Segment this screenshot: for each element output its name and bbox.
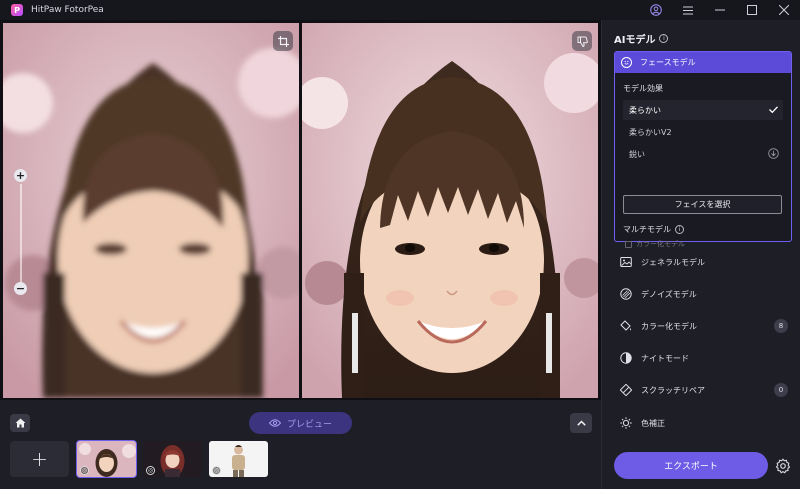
- effect-option-soft[interactable]: 柔らかい: [623, 100, 783, 120]
- zoom-out-button[interactable]: −: [14, 282, 27, 295]
- zoom-track[interactable]: [20, 184, 22, 282]
- model-item-label: デノイズモデル: [641, 289, 697, 299]
- effect-option-label: 鋭い: [629, 149, 645, 159]
- crop-icon: [277, 35, 289, 47]
- account-button[interactable]: [640, 0, 672, 20]
- model-item-scratch-repair[interactable]: スクラッチリペア 0: [620, 379, 790, 401]
- compare-badge-icon: ◎: [80, 466, 89, 475]
- panel-title: AIモデル i: [614, 31, 669, 46]
- zoom-in-button[interactable]: +: [14, 169, 27, 182]
- collapse-thumbnails-button[interactable]: [570, 413, 592, 433]
- face-model-header[interactable]: フェースモデル: [615, 52, 791, 73]
- model-item-night[interactable]: ナイトモード: [620, 347, 790, 369]
- zoom-slider[interactable]: + −: [14, 169, 28, 295]
- paint-bucket-icon: [620, 320, 632, 332]
- enhanced-image-pane[interactable]: [302, 23, 598, 398]
- panel-title-text: AIモデル: [614, 35, 656, 46]
- multi-model-text: マルチモデル: [623, 225, 671, 234]
- minimize-button[interactable]: [704, 0, 736, 20]
- info-icon[interactable]: i: [659, 34, 669, 43]
- effect-option-label: 柔らかい: [629, 105, 661, 115]
- compare-badge-icon: ◎: [212, 466, 221, 475]
- model-item-label: ジェネラルモデル: [641, 257, 705, 267]
- count-badge: 8: [774, 319, 788, 333]
- face-icon: [621, 57, 632, 68]
- half-moon-icon: [620, 352, 632, 364]
- title-bar: P HitPaw FotorPea: [0, 0, 800, 20]
- model-item-label: 色補正: [641, 418, 665, 428]
- model-item-color-correction[interactable]: 色補正: [620, 412, 790, 434]
- ai-model-panel: AIモデル i フェースモデル モデル効果 柔らかい 柔らかいV2 鋭い フェイ…: [601, 20, 800, 489]
- scratch-icon: [620, 384, 632, 396]
- home-button[interactable]: [10, 414, 30, 432]
- colorize-multi-label: カラー化モデル: [636, 240, 685, 248]
- thumbnail-2[interactable]: ◎: [143, 441, 202, 477]
- model-item-colorize[interactable]: カラー化モデル 8: [620, 315, 790, 337]
- preview-button[interactable]: プレビュー: [249, 412, 352, 434]
- minimize-icon: [715, 9, 725, 11]
- thumbnail-1[interactable]: ◎: [76, 440, 137, 478]
- multi-model-label: マルチモデル i: [623, 224, 684, 235]
- settings-button[interactable]: [774, 457, 792, 475]
- model-effect-label: モデル効果: [623, 84, 663, 93]
- bottom-bar: プレビュー + ◎ ◎ ◎: [0, 400, 601, 489]
- model-item-general[interactable]: ジェネラルモデル: [620, 251, 790, 273]
- colorize-multi-checkbox[interactable]: カラー化モデル: [625, 239, 685, 249]
- image-icon: [620, 256, 632, 268]
- user-icon: [650, 4, 662, 16]
- chevron-up-icon: [576, 420, 586, 426]
- close-icon: [779, 5, 789, 15]
- face-model-label: フェースモデル: [640, 58, 696, 67]
- close-button[interactable]: [768, 0, 800, 20]
- gear-icon: [775, 458, 791, 474]
- sun-icon: [620, 417, 632, 429]
- comparison-canvas: + −: [0, 20, 601, 400]
- denoise-icon: [620, 288, 632, 300]
- model-item-denoise[interactable]: デノイズモデル: [620, 283, 790, 305]
- enhanced-photo: [302, 23, 598, 398]
- checkbox-icon: [625, 240, 632, 248]
- model-item-label: ナイトモード: [641, 353, 689, 363]
- preview-label: プレビュー: [286, 419, 332, 430]
- compare-badge-icon: ◎: [146, 466, 155, 475]
- eye-icon: [268, 419, 281, 427]
- export-button[interactable]: エクスポート: [614, 452, 768, 479]
- check-icon: [769, 106, 778, 114]
- home-icon: [15, 418, 25, 428]
- info-icon[interactable]: i: [675, 225, 684, 234]
- original-image-pane[interactable]: + −: [3, 23, 299, 398]
- face-model-card: フェースモデル モデル効果 柔らかい 柔らかいV2 鋭い フェイスを選択 マルチ…: [614, 51, 792, 248]
- thumbs-down-icon: [577, 36, 588, 47]
- download-icon[interactable]: [768, 148, 779, 159]
- maximize-button[interactable]: [736, 0, 768, 20]
- app-logo: P: [11, 4, 23, 16]
- model-item-label: スクラッチリペア: [641, 385, 705, 395]
- menu-button[interactable]: [672, 0, 704, 20]
- effect-option-label: 柔らかいV2: [629, 127, 672, 137]
- hamburger-icon: [683, 6, 693, 14]
- original-photo: [3, 23, 299, 398]
- effect-option-sharp[interactable]: 鋭い: [623, 144, 783, 164]
- select-face-button[interactable]: フェイスを選択: [623, 195, 782, 214]
- feedback-button[interactable]: [572, 31, 592, 51]
- effect-option-soft-v2[interactable]: 柔らかいV2: [623, 122, 783, 142]
- thumbnail-3[interactable]: ◎: [209, 441, 268, 477]
- count-badge: 0: [774, 383, 788, 397]
- app-title: HitPaw FotorPea: [31, 5, 104, 15]
- add-image-button[interactable]: +: [10, 441, 69, 477]
- crop-button[interactable]: [273, 31, 293, 51]
- model-item-label: カラー化モデル: [641, 321, 697, 331]
- maximize-icon: [747, 5, 757, 15]
